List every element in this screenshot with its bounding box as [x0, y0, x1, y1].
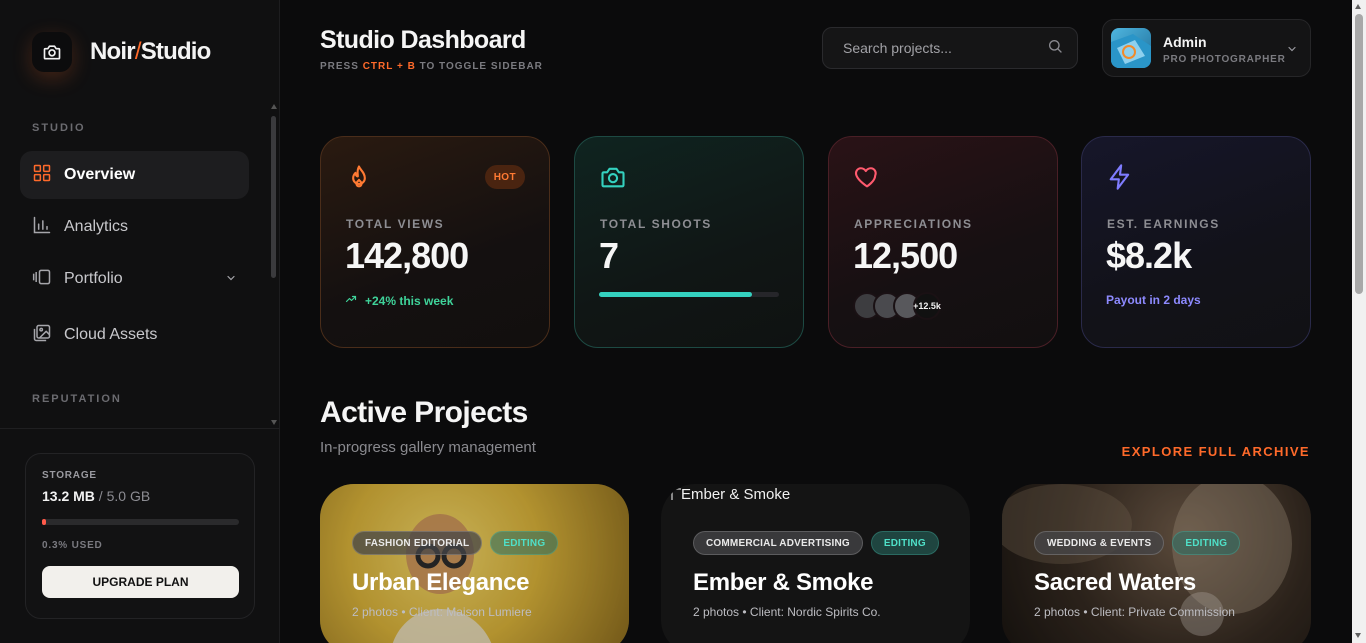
scroll-up-icon[interactable]	[1355, 4, 1361, 9]
sidebar-item-label: Cloud Assets	[64, 326, 158, 343]
trending-up-icon	[345, 293, 357, 308]
user-name: Admin	[1163, 34, 1207, 50]
project-meta: 2 photos • Client: Nordic Spirits Co.	[693, 605, 881, 619]
status-badge: EDITING	[1172, 531, 1241, 555]
project-tags: FASHION EDITORIAL EDITING	[352, 531, 559, 555]
project-title: Urban Elegance	[352, 569, 530, 596]
camera-icon	[599, 163, 627, 196]
brand-name: Noir/Studio	[90, 38, 211, 65]
scroll-down-icon[interactable]	[271, 420, 277, 425]
stat-card-total-shoots[interactable]: TOTAL SHOOTS 7	[574, 136, 804, 348]
stat-label: TOTAL SHOOTS	[600, 217, 712, 231]
explore-archive-link[interactable]: EXPLORE FULL ARCHIVE	[1122, 444, 1310, 459]
storage-progress-fill	[42, 519, 46, 525]
sidebar-item-cloud-assets[interactable]: Cloud Assets	[20, 311, 249, 359]
search-input[interactable]	[843, 40, 1047, 56]
category-badge: WEDDING & EVENTS	[1034, 531, 1165, 555]
project-title: Sacred Waters	[1034, 569, 1196, 596]
divider	[0, 428, 280, 429]
category-badge: COMMERCIAL ADVERTISING	[693, 531, 863, 555]
sidebar-item-analytics[interactable]: Analytics	[20, 203, 249, 251]
stat-label: APPRECIATIONS	[854, 217, 973, 231]
section-label-studio: STUDIO	[32, 122, 86, 134]
user-menu[interactable]: Admin PRO PHOTOGRAPHER	[1102, 19, 1311, 77]
section-subtitle: In-progress gallery management	[320, 439, 536, 456]
sidebar: Noir/Studio STUDIO Overview Analytics Po…	[0, 0, 280, 643]
avatar-count: +12.5k	[913, 292, 941, 320]
hot-badge: HOT	[484, 165, 525, 189]
grid-icon	[32, 163, 52, 188]
scroll-down-icon[interactable]	[1355, 633, 1361, 638]
portfolio-icon	[32, 267, 52, 292]
project-tags: WEDDING & EVENTS EDITING	[1034, 531, 1241, 555]
project-photo	[1002, 484, 1311, 643]
chevron-down-icon[interactable]	[225, 271, 237, 289]
project-card-ember-smoke[interactable]: Ember & Smoke COMMERCIAL ADVERTISING EDI…	[661, 484, 970, 643]
upgrade-plan-button[interactable]: UPGRADE PLAN	[42, 566, 239, 598]
stat-card-appreciations[interactable]: APPRECIATIONS 12,500 +12.5k	[828, 136, 1058, 348]
storage-card: STORAGE 13.2 MB / 5.0 GB 0.3% USED UPGRA…	[25, 453, 255, 619]
section-title: Active Projects	[320, 396, 528, 429]
stat-trend: +24% this week	[345, 293, 453, 308]
sidebar-item-label: Overview	[64, 166, 136, 183]
section-label-reputation: REPUTATION	[32, 393, 122, 405]
sidebar-item-label: Portfolio	[64, 270, 123, 287]
sidebar-item-portfolio[interactable]: Portfolio	[20, 255, 249, 303]
sidebar-scrollbar[interactable]	[270, 104, 278, 426]
stat-value: 7	[599, 235, 619, 276]
brand[interactable]: Noir/Studio	[32, 32, 211, 72]
storage-title: STORAGE	[42, 470, 97, 481]
broken-image-icon	[671, 488, 681, 500]
stat-value: $8.2k	[1106, 235, 1192, 276]
project-meta: 2 photos • Client: Private Commission	[1034, 605, 1235, 619]
project-title: Ember & Smoke	[693, 569, 874, 596]
page-scroll-thumb[interactable]	[1355, 14, 1363, 294]
images-icon	[32, 323, 52, 348]
camera-logo-icon	[32, 32, 72, 72]
sidebar-item-overview[interactable]: Overview	[20, 151, 249, 199]
status-badge: EDITING	[490, 531, 559, 555]
stat-value: 142,800	[345, 235, 469, 276]
sidebar-item-label: Analytics	[64, 218, 129, 235]
category-badge: FASHION EDITORIAL	[352, 531, 483, 555]
stat-card-est-earnings[interactable]: EST. EARNINGS $8.2k Payout in 2 days	[1081, 136, 1311, 348]
search-box[interactable]	[822, 27, 1078, 69]
search-icon[interactable]	[1047, 38, 1063, 59]
sidebar-nav[interactable]: STUDIO Overview Analytics Portfolio Clou…	[0, 100, 280, 428]
project-card-urban-elegance[interactable]: FASHION EDITORIAL EDITING Urban Elegance…	[320, 484, 629, 643]
payout-note: Payout in 2 days	[1106, 293, 1201, 307]
avatar	[1111, 28, 1151, 68]
shoots-progress-fill	[599, 292, 752, 297]
project-photo	[320, 484, 629, 643]
status-badge: EDITING	[870, 531, 939, 555]
bolt-icon	[1106, 163, 1134, 196]
scroll-up-icon[interactable]	[271, 104, 277, 109]
shoots-progress-bar	[599, 292, 779, 297]
heart-icon	[853, 163, 881, 196]
appreciator-avatars: +12.5k	[853, 292, 941, 320]
broken-image-alt: Ember & Smoke	[661, 484, 790, 503]
bar-chart-icon	[32, 215, 52, 240]
sidebar-toggle-hint: PRESS CTRL + B TO TOGGLE SIDEBAR	[320, 61, 543, 72]
project-meta: 2 photos • Client: Maison Lumiere	[352, 605, 532, 619]
user-role: PRO PHOTOGRAPHER	[1163, 54, 1286, 65]
stat-label: EST. EARNINGS	[1107, 217, 1220, 231]
project-card-sacred-waters[interactable]: WEDDING & EVENTS EDITING Sacred Waters 2…	[1002, 484, 1311, 643]
page-title: Studio Dashboard	[320, 26, 526, 54]
flame-icon	[345, 163, 373, 196]
storage-progress-bar	[42, 519, 239, 525]
sidebar-scroll-thumb[interactable]	[271, 116, 276, 278]
chevron-down-icon[interactable]	[1286, 42, 1298, 60]
stat-value: 12,500	[853, 235, 958, 276]
stat-card-total-views[interactable]: HOT TOTAL VIEWS 142,800 +24% this week	[320, 136, 550, 348]
page-scrollbar[interactable]	[1352, 0, 1366, 643]
storage-value: 13.2 MB / 5.0 GB	[42, 488, 151, 504]
storage-used-label: 0.3% USED	[42, 540, 103, 551]
stat-label: TOTAL VIEWS	[346, 217, 445, 231]
project-tags: COMMERCIAL ADVERTISING EDITING	[693, 531, 939, 555]
